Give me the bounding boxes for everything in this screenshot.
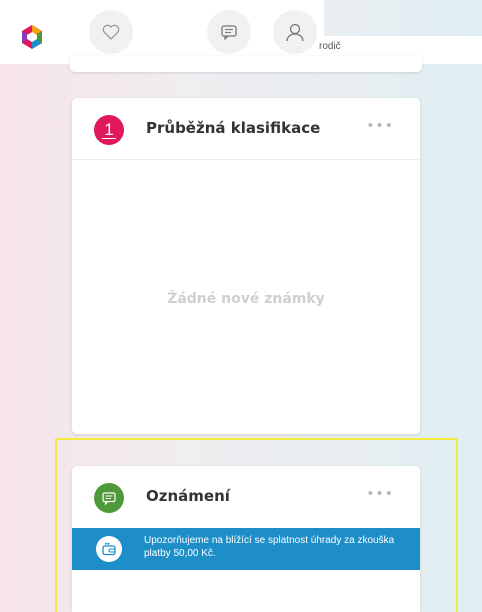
previous-card [70,56,422,72]
user-icon [286,23,304,42]
notices-card-title[interactable]: Oznámení [146,487,230,505]
grades-card: 1 Průběžná klasifikace ••• Žádné nové zn… [72,98,420,434]
app-logo-icon[interactable] [19,24,45,50]
notices-more-icon[interactable]: ••• [366,486,394,502]
message-icon [102,492,116,506]
message-icon [221,25,237,41]
profile-button[interactable] [273,10,317,54]
empty-grades-message: Žádné nové známky [167,291,325,307]
favorites-button[interactable] [89,10,133,54]
notice-text: Upozorňujeme na blížící se splatnost úhr… [144,535,395,559]
messages-button[interactable] [207,10,251,54]
grades-badge-icon: 1 [94,115,124,145]
grades-card-header: 1 Průběžná klasifikace ••• [72,98,420,160]
notice-item[interactable]: Upozorňujeme na blížící se splatnost úhr… [72,528,420,570]
wallet-icon [96,536,122,562]
notices-badge-icon [94,483,124,513]
top-bar [0,0,324,64]
grades-badge-label: 1 [102,119,116,139]
notices-card: Oznámení ••• Upozorňujeme na blížící se … [72,466,420,612]
grades-card-title[interactable]: Průběžná klasifikace [146,119,320,137]
grades-more-icon[interactable]: ••• [366,118,394,134]
user-role-label: rodič [319,41,341,52]
notices-card-header: Oznámení ••• [72,466,420,528]
heart-icon [102,24,120,40]
